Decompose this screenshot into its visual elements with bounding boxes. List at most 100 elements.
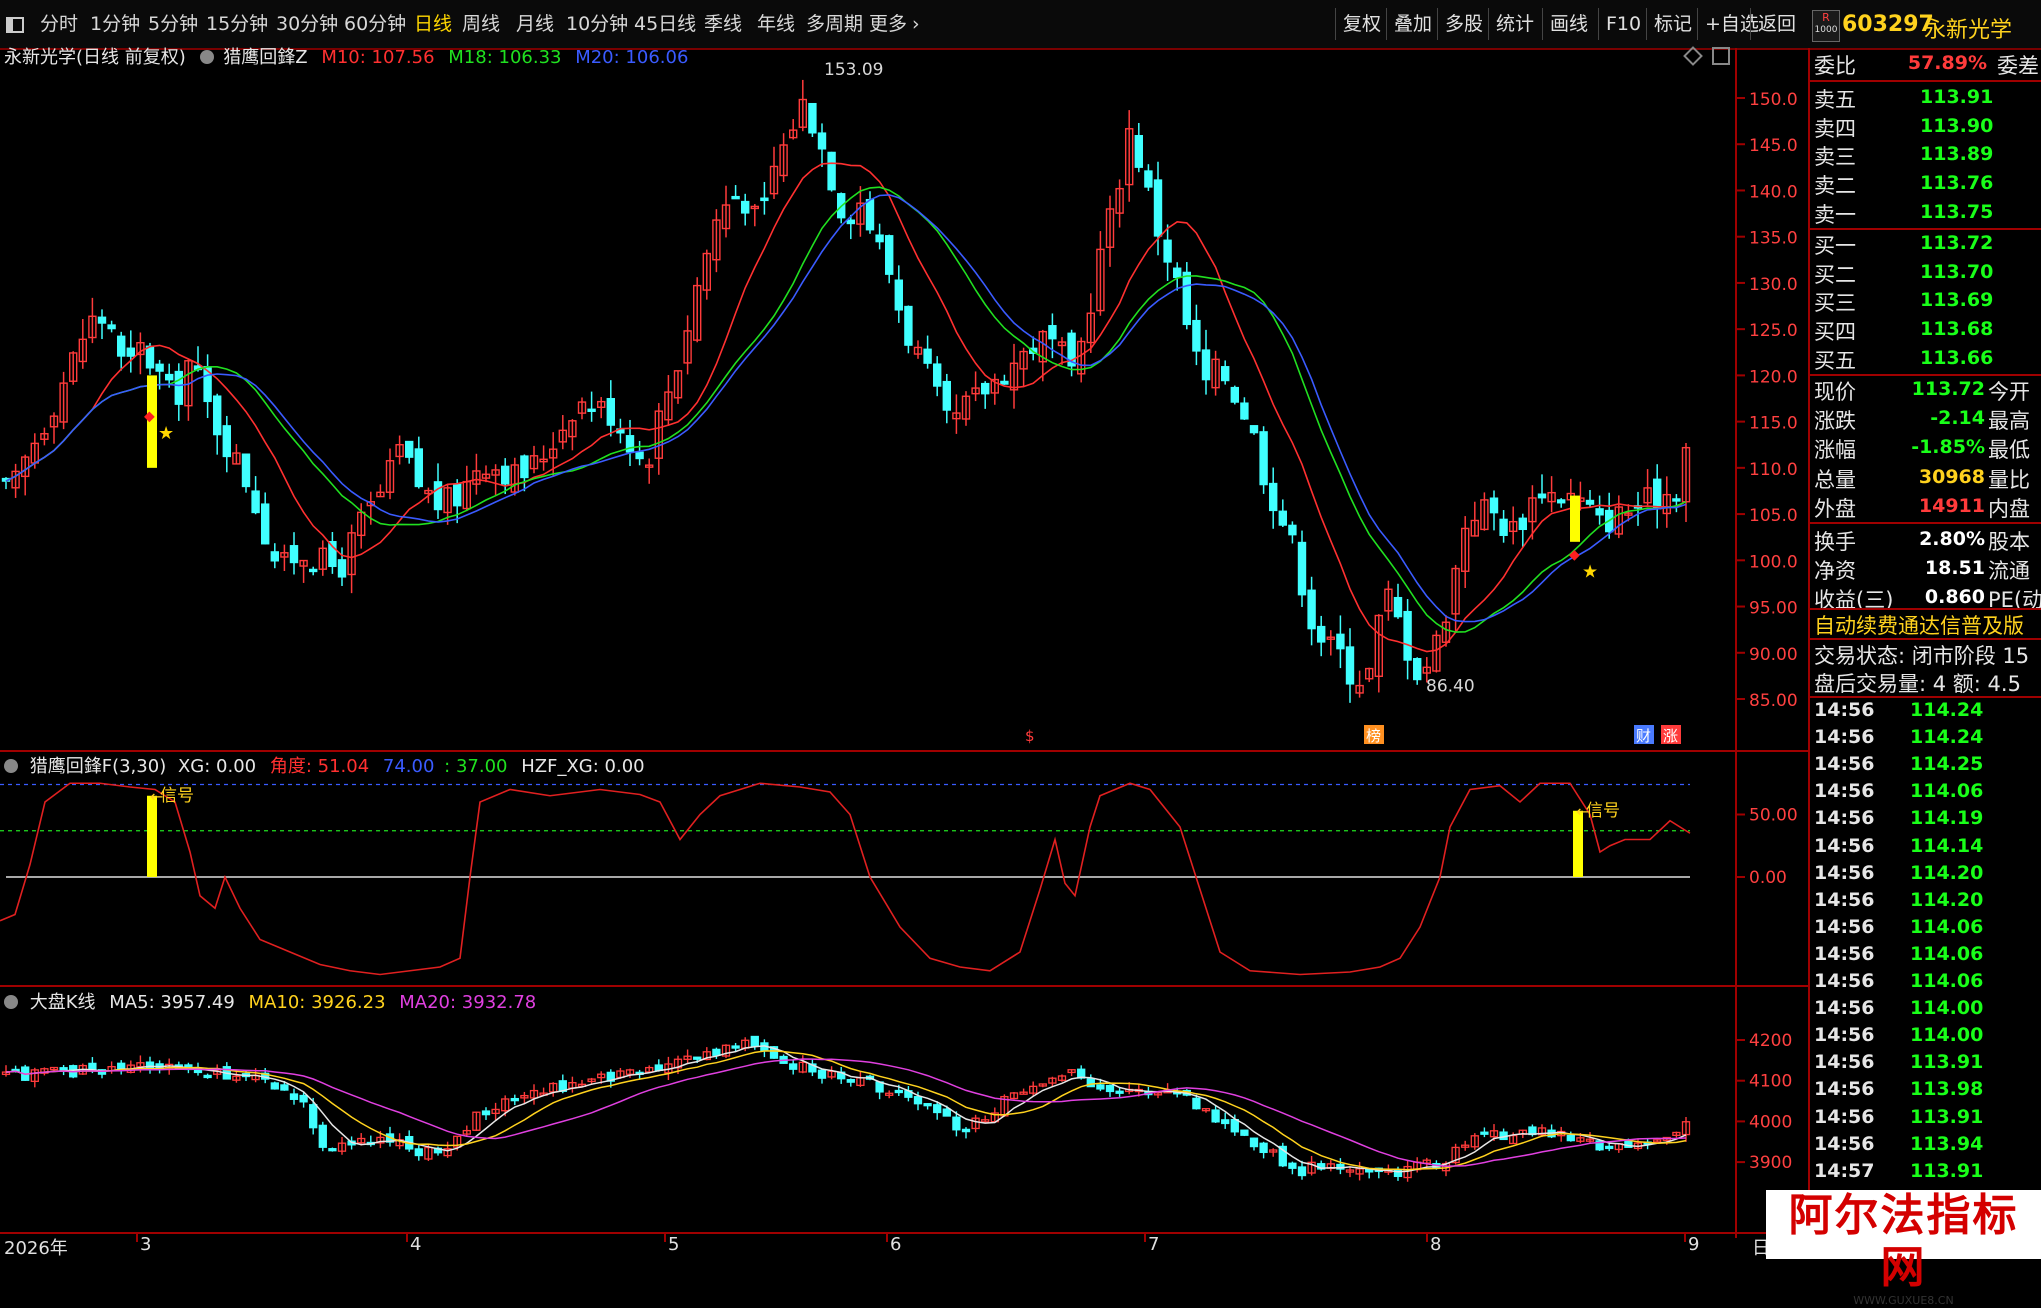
date-axis-label: 5 bbox=[668, 1234, 680, 1255]
sell-level-label: 卖五 bbox=[1814, 88, 1856, 112]
stat-tail-label: 量比 bbox=[1988, 467, 2030, 492]
stat-tail-label: 最高 bbox=[1988, 409, 2030, 434]
buy-level-price[interactable]: 113.72 bbox=[1920, 232, 1993, 254]
sub2-tick-label: 4100 bbox=[1749, 1072, 1792, 1092]
tick-price: 114.00 bbox=[1910, 997, 1984, 1020]
sub1-indicator-chart[interactable]: 信号←信号← bbox=[0, 772, 1735, 985]
tool-button-4[interactable]: 画线 bbox=[1550, 6, 1588, 42]
period-tab-14[interactable]: 更多 bbox=[869, 6, 907, 42]
tick-time: 14:56 bbox=[1814, 888, 1875, 911]
period-tab-8[interactable]: 月线 bbox=[516, 6, 554, 42]
tool-button-3[interactable]: 统计 bbox=[1496, 6, 1534, 42]
period-tab-13[interactable]: 多周期 bbox=[806, 6, 863, 42]
main-kline-chart[interactable]: ★★◆◆153.0986.40$ 榜财涨 bbox=[0, 60, 1735, 750]
weibi-label: 委比 bbox=[1814, 54, 1856, 78]
tick-price: 113.94 bbox=[1910, 1132, 1984, 1155]
arrow-left-icon: ← bbox=[1576, 802, 1589, 821]
candle-body bbox=[731, 195, 740, 200]
tick-time: 14:56 bbox=[1814, 997, 1875, 1020]
tool-button-2[interactable]: 多股 bbox=[1445, 6, 1483, 42]
sub2-toggle-icon[interactable] bbox=[4, 995, 18, 1009]
tick-price: 114.20 bbox=[1910, 861, 1984, 884]
period-tab-3[interactable]: 15分钟 bbox=[206, 6, 268, 42]
window-icon[interactable] bbox=[6, 6, 24, 42]
period-tab-4[interactable]: 30分钟 bbox=[276, 6, 338, 42]
index-body bbox=[203, 1074, 212, 1079]
stat-tail-label: 内盘 bbox=[1988, 496, 2030, 521]
candle-body bbox=[587, 408, 596, 412]
sell-level-price[interactable]: 113.76 bbox=[1920, 172, 1993, 194]
trade-status: 交易状态: 闭市阶段 15 bbox=[1814, 644, 2030, 668]
tool-separator bbox=[1598, 8, 1599, 40]
candle-body bbox=[1278, 510, 1288, 526]
candle-body bbox=[1288, 524, 1297, 536]
period-tab-2[interactable]: 5分钟 bbox=[148, 6, 198, 42]
event-marker[interactable]: 涨 bbox=[1663, 727, 1678, 745]
period-tab-1[interactable]: 1分钟 bbox=[90, 6, 140, 42]
sell-level-price[interactable]: 113.91 bbox=[1920, 86, 1993, 108]
candle-body bbox=[885, 235, 894, 275]
candle-body bbox=[942, 380, 951, 411]
period-tab-0[interactable]: 分时 bbox=[40, 6, 78, 42]
index-kline-chart[interactable] bbox=[0, 1008, 1735, 1232]
price-tick-label: 125.0 bbox=[1749, 321, 1798, 341]
buy-level-label: 买二 bbox=[1814, 262, 1856, 287]
buy-level-price[interactable]: 113.68 bbox=[1920, 318, 1993, 340]
candle-body bbox=[174, 370, 184, 405]
candle-body bbox=[1201, 349, 1211, 381]
tool-button-5[interactable]: F10 bbox=[1606, 6, 1641, 42]
sub1-toggle-icon[interactable] bbox=[4, 759, 18, 773]
stat-value: -1.85% bbox=[1911, 436, 1985, 459]
event-marker[interactable]: 财 bbox=[1636, 727, 1651, 745]
event-marker[interactable]: $ bbox=[1025, 727, 1035, 745]
period-tab-9[interactable]: 10分钟 bbox=[566, 6, 628, 42]
tool-button-1[interactable]: 叠加 bbox=[1394, 6, 1432, 42]
candle-body bbox=[1000, 380, 1009, 385]
sell-level-price[interactable]: 113.89 bbox=[1920, 143, 1993, 165]
tool-button-0[interactable]: 复权 bbox=[1343, 6, 1381, 42]
candle-body bbox=[808, 102, 817, 134]
sell-level-price[interactable]: 113.90 bbox=[1920, 115, 1993, 137]
candle-body bbox=[1182, 271, 1192, 326]
tool-button-6[interactable]: 标记 bbox=[1654, 6, 1692, 42]
index-body bbox=[318, 1124, 327, 1148]
stat-value: 2.80% bbox=[1919, 528, 1985, 550]
date-axis-label: 8 bbox=[1430, 1234, 1442, 1255]
buy-level-label: 买五 bbox=[1814, 348, 1856, 373]
stat-label: 净资 bbox=[1814, 559, 1856, 584]
quote-panel: 委比 57.89% 委差 卖五 113.91 卖四 113.90 卖三 113.89 卖二 113.… bbox=[1810, 48, 2041, 1259]
index-body bbox=[750, 1035, 759, 1047]
buy-level-label: 买三 bbox=[1814, 291, 1856, 316]
more-arrow-icon[interactable]: › bbox=[912, 6, 920, 42]
period-tab-11[interactable]: 季线 bbox=[704, 6, 742, 42]
signal-label: 信号 bbox=[160, 786, 194, 806]
buy-level-label: 买一 bbox=[1814, 234, 1856, 258]
tool-button-8[interactable]: 返回 bbox=[1758, 6, 1796, 42]
index-body bbox=[299, 1094, 308, 1103]
buy-level-price[interactable]: 113.66 bbox=[1920, 347, 1993, 369]
buy-level-price[interactable]: 113.69 bbox=[1920, 289, 1993, 311]
sell-level-price[interactable]: 113.75 bbox=[1920, 201, 1993, 223]
buy-level-price[interactable]: 113.70 bbox=[1920, 261, 1993, 283]
period-tab-6[interactable]: 日线 bbox=[414, 6, 452, 42]
candle-body bbox=[520, 455, 529, 479]
sub1-axis: 50.00 0.00 bbox=[1737, 806, 1798, 888]
candle-body bbox=[635, 451, 644, 460]
tool-separator bbox=[1437, 8, 1438, 40]
ma18-line bbox=[5, 186, 1687, 633]
sell-level-label: 卖四 bbox=[1814, 116, 1856, 141]
tick-price: 113.91 bbox=[1910, 1051, 1984, 1074]
tick-price: 114.19 bbox=[1910, 807, 1984, 830]
period-tab-12[interactable]: 年线 bbox=[757, 6, 795, 42]
renewal-notice[interactable]: 自动续费通达信普及版 bbox=[1814, 610, 2024, 640]
signal-bar bbox=[1570, 495, 1580, 542]
period-tab-5[interactable]: 60分钟 bbox=[344, 6, 406, 42]
tick-price: 114.20 bbox=[1910, 888, 1984, 911]
panel-separator bbox=[1810, 522, 2041, 524]
candle-body bbox=[97, 316, 107, 324]
candle-body bbox=[1163, 239, 1172, 263]
event-marker[interactable]: 榜 bbox=[1366, 727, 1381, 745]
period-tab-10[interactable]: 45日线 bbox=[634, 6, 696, 42]
period-tab-7[interactable]: 周线 bbox=[462, 6, 500, 42]
tick-time: 14:56 bbox=[1814, 1051, 1875, 1074]
